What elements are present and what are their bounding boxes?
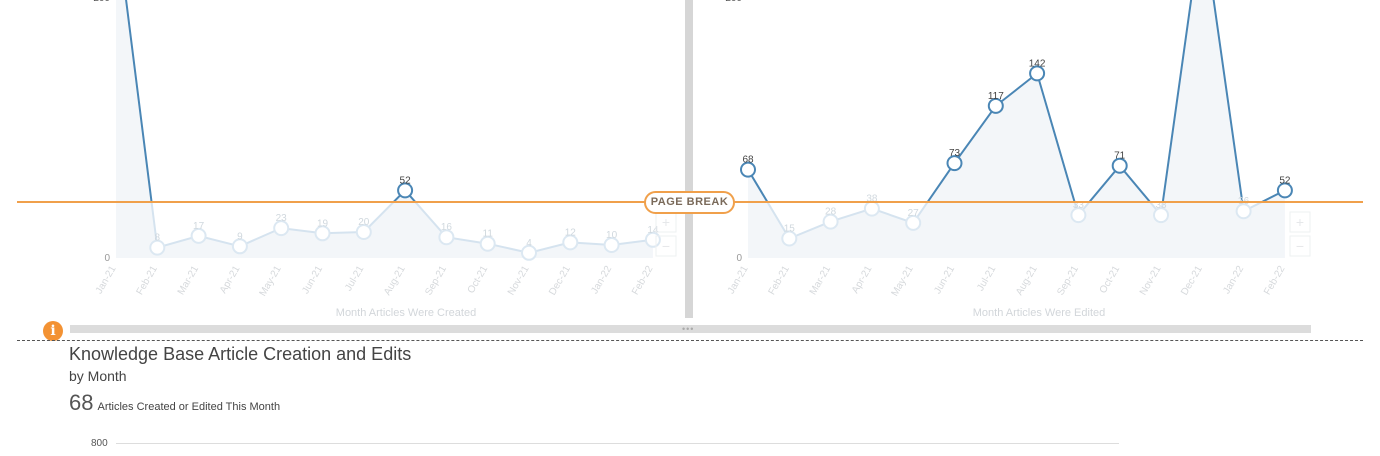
- x-tick-label: Jun-21: [932, 264, 957, 296]
- x-tick-label: Jul-21: [975, 264, 998, 293]
- articles-created-chart: 0 200 8 17 9 23 19 20 52 16 11 4 12 10 14 Jan-21 Feb-21 M…: [93, 0, 677, 319]
- y-tick-label: 0: [736, 253, 742, 264]
- series-area: [116, 0, 653, 258]
- data-label: 28: [825, 207, 837, 218]
- data-label: 71: [1114, 151, 1126, 162]
- kpi-summary: 68 Articles Created or Edited This Month: [69, 390, 280, 416]
- x-tick-label: Aug-21: [1014, 264, 1040, 298]
- data-label: 117: [988, 91, 1004, 102]
- x-tick-label: Jan-22: [1221, 264, 1246, 296]
- x-tick-label: Dec-21: [547, 264, 573, 298]
- data-label: 15: [784, 224, 796, 235]
- x-tick-label: Dec-21: [1179, 264, 1205, 298]
- y-tick-label: 0: [104, 253, 110, 264]
- x-axis-title: Month Articles Were Edited: [973, 307, 1105, 319]
- x-tick-label: Sep-21: [423, 264, 449, 298]
- data-label: 52: [400, 175, 412, 186]
- x-tick-label: Nov-21: [506, 264, 532, 298]
- data-label: 20: [358, 217, 370, 228]
- data-label: 16: [441, 222, 453, 233]
- data-label: 11: [483, 229, 494, 240]
- data-label: 8: [155, 233, 161, 244]
- x-tick-label: Apr-21: [850, 264, 875, 296]
- kpi-label: Articles Created or Edited This Month: [97, 401, 281, 413]
- data-label: 12: [565, 227, 577, 238]
- horizontal-scrollbar[interactable]: •••: [70, 325, 1311, 334]
- x-tick-label: Apr-21: [218, 264, 243, 296]
- y-tick-label: 200: [93, 0, 110, 4]
- x-tick-label: Sep-21: [1055, 264, 1081, 298]
- x-tick-label: Feb-21: [767, 264, 793, 297]
- widget-subtitle: by Month: [69, 368, 127, 384]
- data-label: 4: [526, 238, 532, 249]
- x-tick-label: Oct-21: [1098, 264, 1123, 296]
- articles-edited-chart: 02006815283827731171423371333652Jan-21Fe…: [725, 0, 1311, 319]
- data-label: 9: [237, 231, 243, 242]
- data-label: 142: [1029, 58, 1046, 69]
- data-label: 27: [908, 208, 920, 219]
- info-icon[interactable]: i: [43, 321, 63, 341]
- x-tick-label: Aug-21: [382, 264, 408, 298]
- zoom-in-icon: +: [1296, 214, 1304, 230]
- section-divider: [17, 340, 1363, 341]
- data-label: 52: [1279, 175, 1291, 186]
- data-label: 73: [949, 148, 961, 159]
- next-chart-gridline: [116, 443, 1119, 444]
- data-label: 19: [317, 218, 329, 229]
- zoom-out-icon: −: [662, 238, 670, 254]
- x-tick-label: Jun-21: [300, 264, 325, 296]
- x-tick-label: May-21: [258, 264, 284, 299]
- x-tick-label: May-21: [890, 264, 916, 299]
- x-tick-label: Feb-21: [135, 264, 161, 297]
- kpi-value: 68: [69, 390, 94, 415]
- x-tick-label: Nov-21: [1138, 264, 1164, 298]
- zoom-out-icon: −: [1296, 238, 1304, 254]
- x-tick-label: Jan-21: [726, 264, 751, 296]
- widget-title: Knowledge Base Article Creation and Edit…: [69, 344, 412, 364]
- x-tick-label: Mar-21: [808, 264, 834, 297]
- data-label: 14: [647, 225, 659, 236]
- next-chart-y-tick: 800: [91, 438, 108, 449]
- drag-grip-icon[interactable]: •••: [682, 325, 694, 334]
- x-tick-label: Jan-22: [589, 264, 614, 296]
- x-tick-label: Jul-21: [343, 264, 366, 293]
- page-break-badge[interactable]: PAGE BREAK: [644, 191, 735, 214]
- x-tick-label: Jan-21: [94, 264, 119, 296]
- x-tick-label: Feb-22: [1262, 264, 1288, 297]
- data-label: 23: [276, 213, 288, 224]
- data-label: 68: [742, 155, 754, 166]
- data-label: 17: [193, 221, 205, 232]
- x-tick-label: Mar-21: [176, 264, 202, 297]
- x-axis-title: Month Articles Were Created: [336, 307, 476, 319]
- y-tick-label: 200: [725, 0, 742, 4]
- zoom-in-icon: +: [662, 214, 670, 230]
- x-tick-label: Feb-22: [630, 264, 656, 297]
- x-tick-label: Oct-21: [466, 264, 491, 296]
- data-label: 10: [606, 230, 618, 241]
